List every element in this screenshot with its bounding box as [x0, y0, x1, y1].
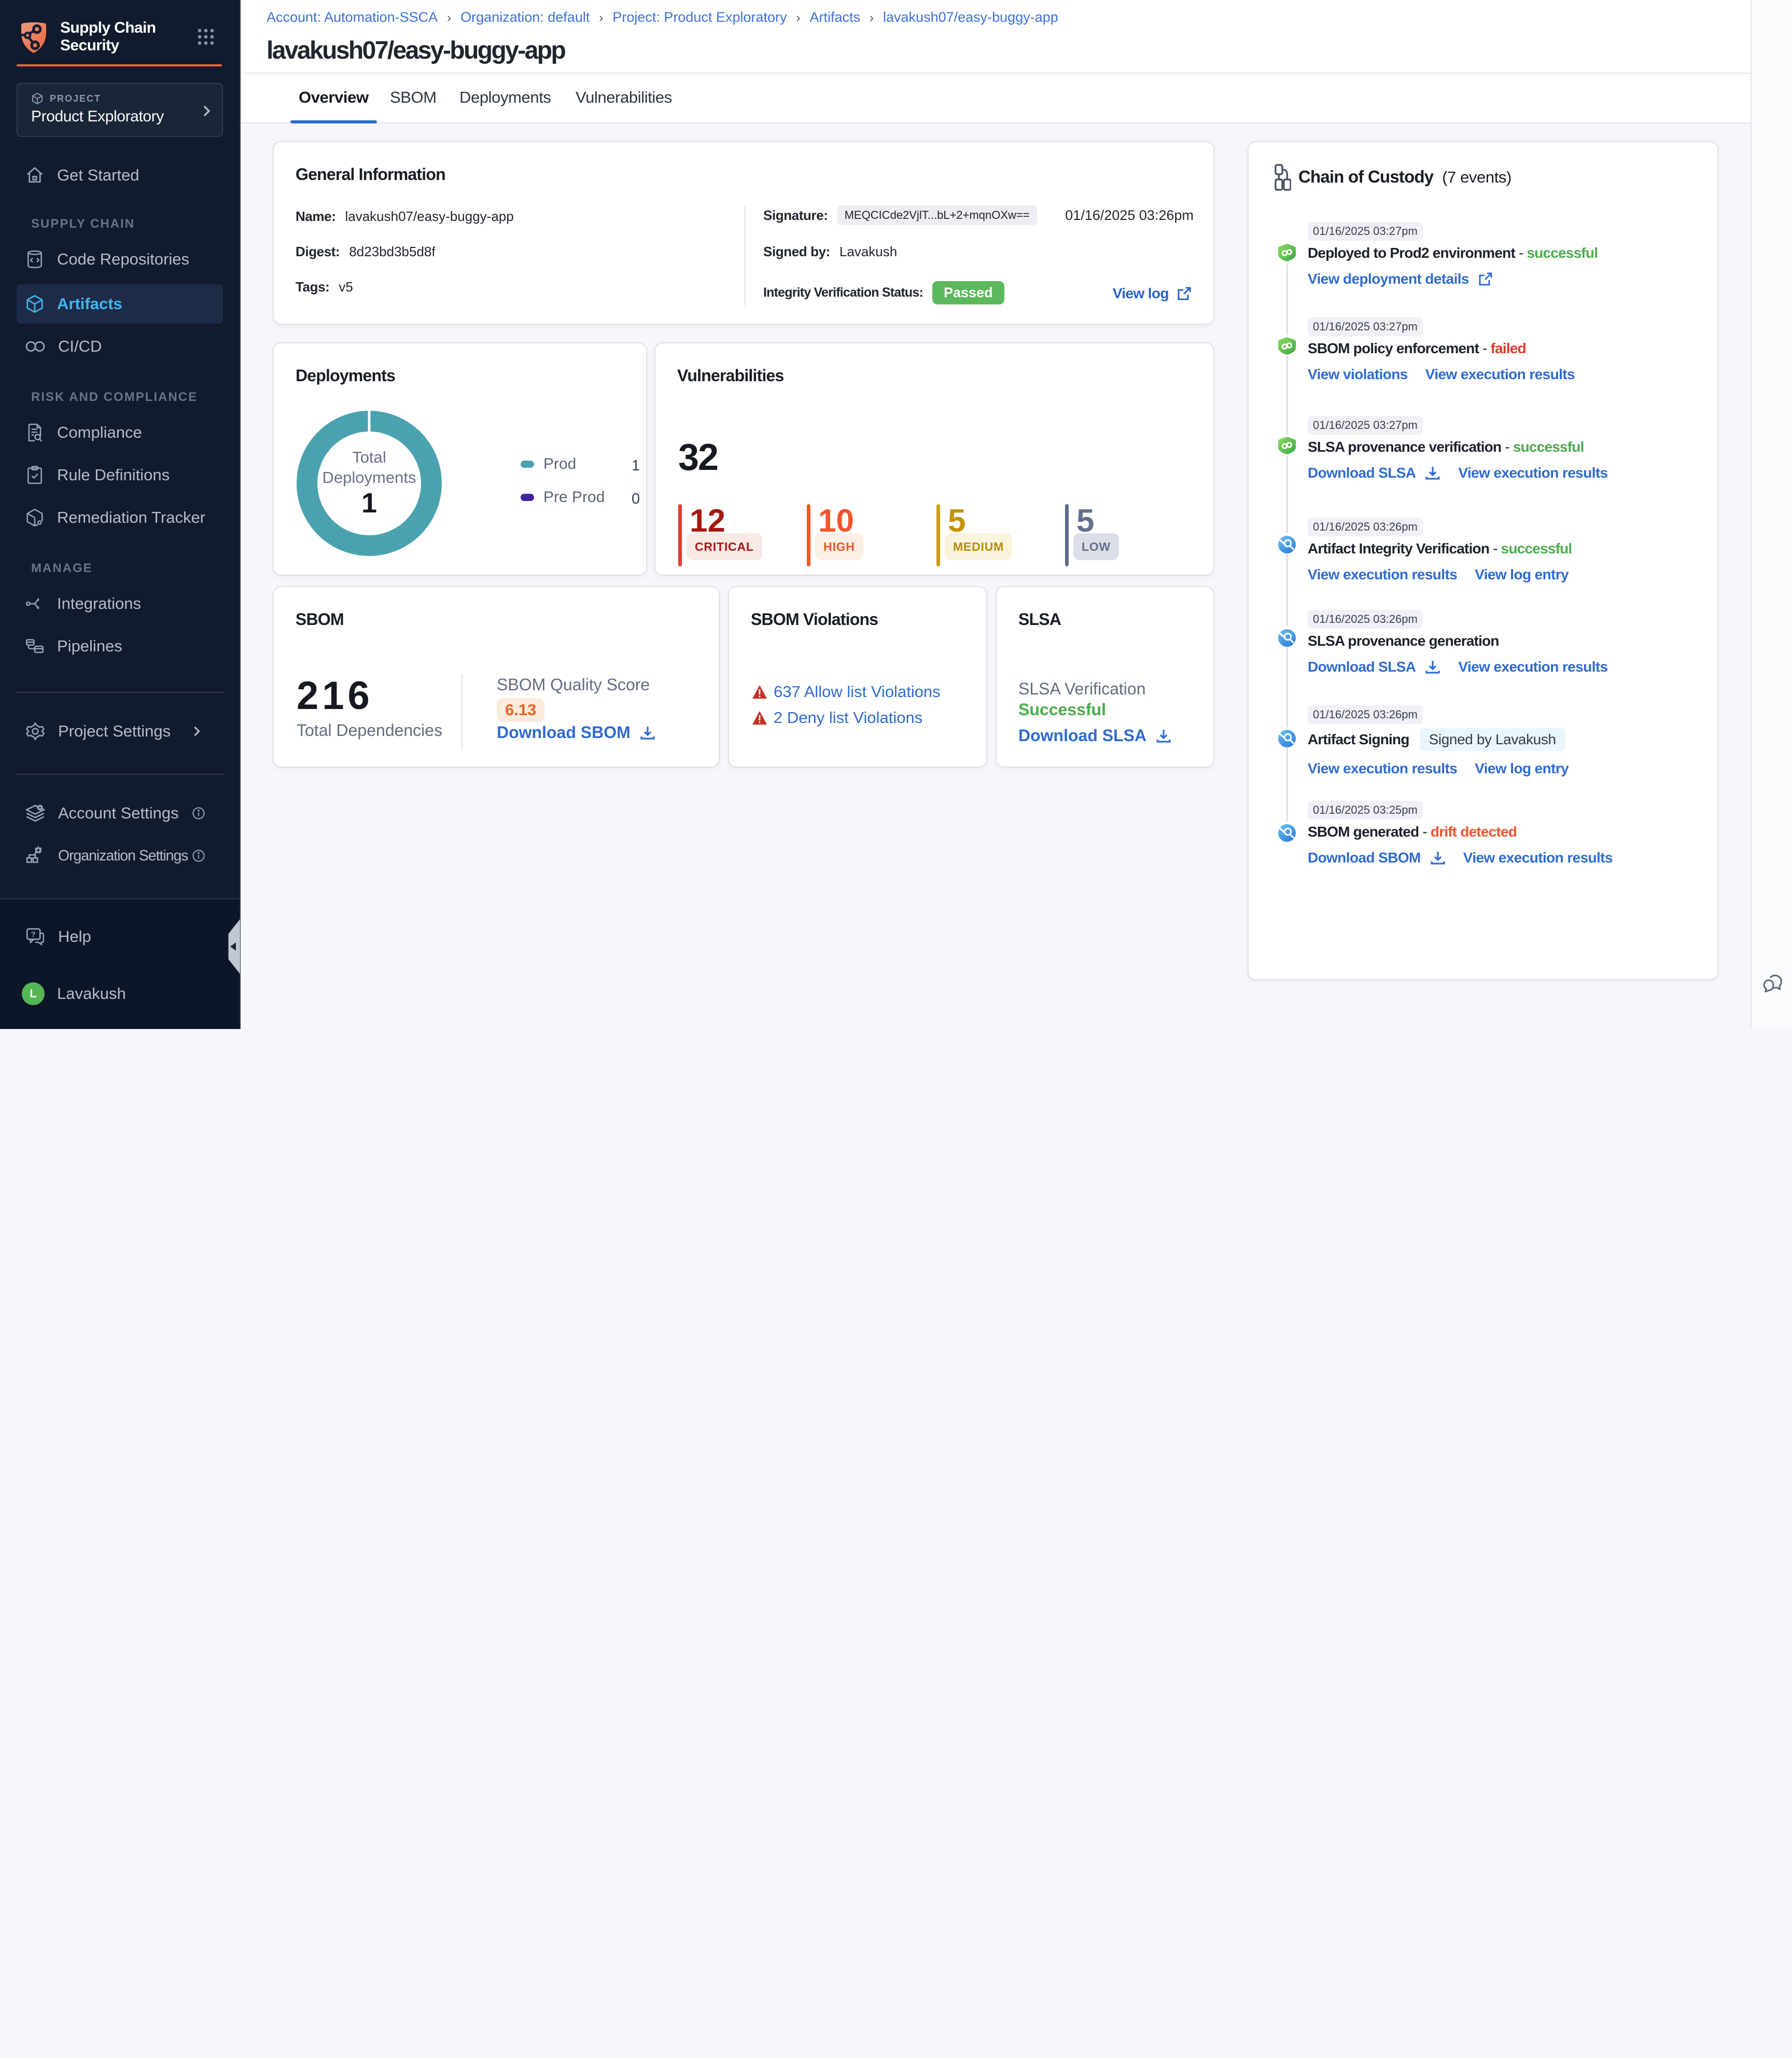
svg-text:?: ?: [31, 930, 36, 939]
